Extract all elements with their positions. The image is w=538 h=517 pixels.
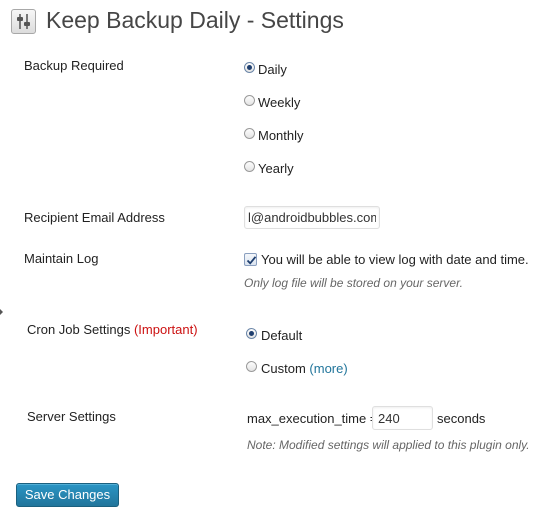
backup-daily-radio[interactable]: [244, 62, 255, 73]
maintain-log-checkbox-text[interactable]: You will be able to view log with date a…: [261, 252, 529, 267]
recipient-email-input[interactable]: [244, 206, 380, 229]
cron-job-label-text: Cron Job Settings: [27, 322, 131, 337]
max-execution-time-input[interactable]: [372, 406, 433, 430]
recipient-email-label: Recipient Email Address: [24, 210, 165, 225]
cron-custom-radio[interactable]: [246, 361, 257, 372]
maintain-log-label: Maintain Log: [24, 251, 99, 266]
backup-monthly-radio[interactable]: [244, 128, 255, 139]
backup-yearly-label[interactable]: Yearly: [258, 161, 294, 176]
save-changes-button[interactable]: Save Changes: [16, 483, 119, 507]
backup-weekly-label[interactable]: Weekly: [258, 95, 300, 110]
backup-monthly-label[interactable]: Monthly: [258, 128, 304, 143]
cron-custom-option: Custom (more): [261, 361, 348, 376]
backup-weekly-radio[interactable]: [244, 95, 255, 106]
server-settings-label: Server Settings: [27, 409, 116, 424]
settings-sliders-icon: [11, 9, 36, 34]
left-edge-marker: [0, 309, 3, 315]
page-title: Keep Backup Daily - Settings: [46, 7, 344, 33]
maintain-log-checkbox[interactable]: [244, 253, 257, 266]
backup-required-label: Backup Required: [24, 58, 124, 73]
seconds-unit-label: seconds: [437, 411, 486, 426]
cron-important-tag: (Important): [133, 322, 198, 337]
cron-more-link[interactable]: (more): [309, 361, 347, 376]
checkmark-icon: [246, 256, 257, 265]
max-execution-time-label: max_execution_time =: [247, 411, 378, 426]
backup-yearly-radio[interactable]: [244, 161, 255, 172]
server-settings-note: Note: Modified settings will applied to …: [247, 438, 530, 452]
cron-custom-label[interactable]: Custom: [261, 361, 306, 376]
cron-default-label[interactable]: Default: [261, 328, 302, 343]
cron-job-label: Cron Job Settings (Important): [27, 322, 198, 337]
cron-default-radio[interactable]: [246, 328, 257, 339]
maintain-log-note: Only log file will be stored on your ser…: [244, 276, 463, 290]
backup-daily-label[interactable]: Daily: [258, 62, 287, 77]
